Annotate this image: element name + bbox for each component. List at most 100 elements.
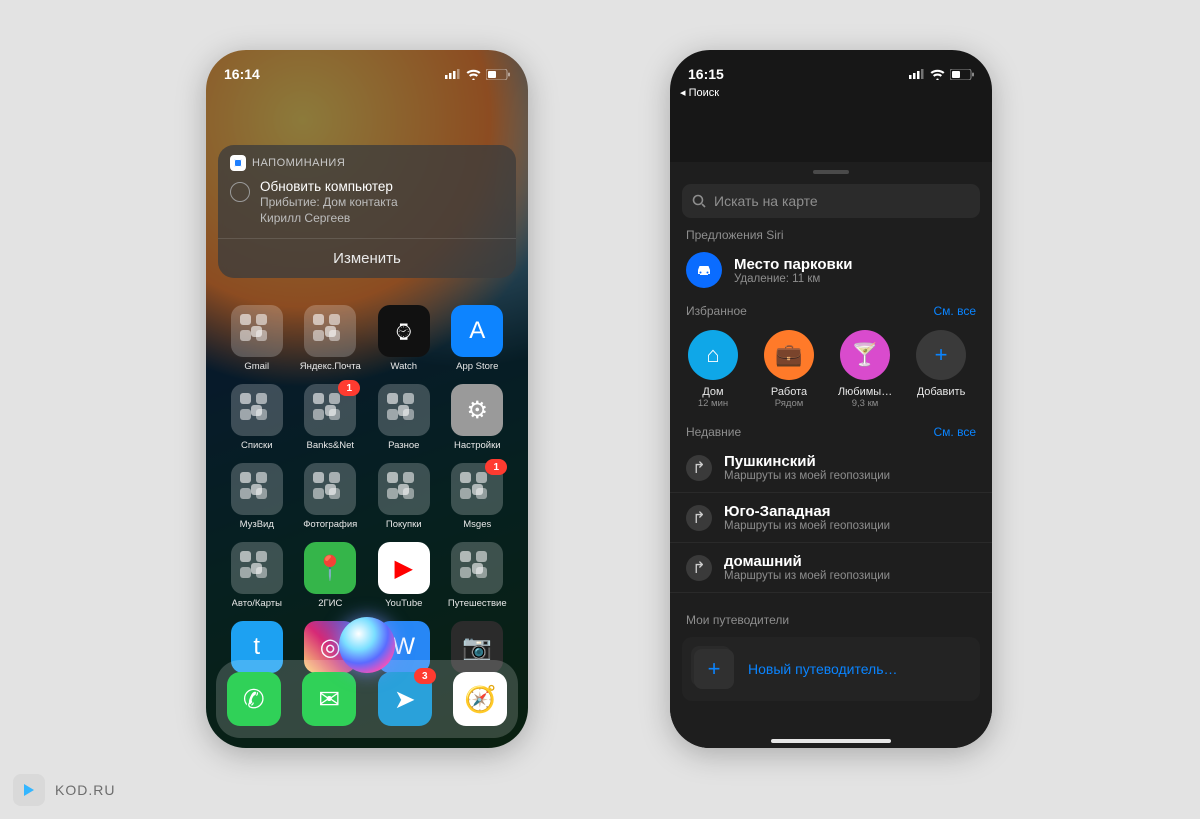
app-msges[interactable]: 1 Msges	[441, 463, 515, 530]
app-banks&net[interactable]: 1 Banks&Net	[294, 384, 368, 451]
recent-sub: Маршруты из моей геопозиции	[724, 520, 890, 532]
status-bar: 16:14	[206, 50, 528, 94]
favorite-Любимы…[interactable]: 🍸 Любимы…9,3 км	[838, 330, 892, 409]
app-app store[interactable]: AApp Store	[441, 305, 515, 372]
favorite-label: Дом	[702, 386, 723, 398]
app-icon: 1	[304, 384, 356, 436]
wifi-icon	[930, 69, 945, 80]
recent-title: Пушкинский	[724, 453, 890, 470]
app-label: Списки	[241, 440, 273, 451]
favorites-row: ⌂Дом12 мин 💼РаботаРядом 🍸 Любимы…9,3 км + Доб…	[670, 318, 992, 409]
app-icon	[378, 463, 430, 515]
edit-button[interactable]: Изменить	[218, 238, 516, 278]
recents-list: ↱ПушкинскийМаршруты из моей геопозиции↱Ю…	[670, 439, 992, 597]
app-покупки[interactable]: Покупки	[367, 463, 441, 530]
reminder-notification[interactable]: НАПОМИНАНИЯ Обновить компьютер Прибытие:…	[218, 145, 516, 278]
recent-item[interactable]: ↱домашнийМаршруты из моей геопозиции	[670, 543, 992, 593]
favorite-icon: +	[916, 330, 966, 380]
back-to-search-link[interactable]: ◂ Поиск	[680, 86, 719, 99]
app-icon: ▶	[378, 542, 430, 594]
app-icon: 1	[451, 463, 503, 515]
app-watch[interactable]: ⌚︎Watch	[367, 305, 441, 372]
app-авто/карты[interactable]: Авто/Карты	[220, 542, 294, 609]
recent-item[interactable]: ↱ПушкинскийМаршруты из моей геопозиции	[670, 443, 992, 493]
notification-app-name: НАПОМИНАНИЯ	[252, 157, 345, 169]
app-label: Разное	[388, 440, 419, 451]
app-icon: ⌚︎	[378, 305, 430, 357]
favorite-Работа[interactable]: 💼РаботаРядом	[762, 330, 816, 409]
favorite-icon: 🍸	[840, 330, 890, 380]
maps-sheet: Искать на карте Предложения Siri Место п…	[670, 162, 992, 748]
status-time: 16:15	[688, 66, 724, 82]
badge: 1	[338, 380, 360, 396]
sheet-grabber[interactable]	[813, 170, 849, 174]
app-icon: 📍	[304, 542, 356, 594]
app-музвид[interactable]: МузВид	[220, 463, 294, 530]
app-label: Msges	[463, 519, 491, 530]
dock-phone[interactable]: ✆	[227, 672, 281, 726]
app-путешествие[interactable]: Путешествие	[441, 542, 515, 609]
app-icon	[231, 542, 283, 594]
dock-messages[interactable]: ✉︎	[302, 672, 356, 726]
watermark: KOD.RU	[13, 774, 115, 806]
recent-title: домашний	[724, 553, 890, 570]
favorite-Дом[interactable]: ⌂Дом12 мин	[686, 330, 740, 409]
map-search-field[interactable]: Искать на карте	[682, 184, 980, 218]
app-label: Путешествие	[448, 598, 507, 609]
app-label: YouTube	[385, 598, 422, 609]
favorite-label: Любимы…	[838, 386, 892, 398]
app-2гис[interactable]: 📍2ГИС	[294, 542, 368, 609]
favorite-label: Добавить	[917, 386, 966, 398]
app-яндекс.почта[interactable]: Яндекс.Почта	[294, 305, 368, 372]
app-настройки[interactable]: ⚙︎Настройки	[441, 384, 515, 451]
reminder-checkbox[interactable]	[230, 182, 250, 202]
recents-see-all-link[interactable]: См. все	[934, 425, 977, 439]
home-indicator[interactable]	[771, 739, 891, 743]
signal-icon	[909, 69, 925, 79]
app-label: Покупки	[386, 519, 422, 530]
wifi-icon	[466, 69, 481, 80]
app-label: Фотография	[303, 519, 357, 530]
search-placeholder: Искать на карте	[714, 193, 818, 209]
app-icon	[378, 384, 430, 436]
favorite-detail: 12 мин	[698, 398, 728, 409]
favorite-Добавить[interactable]: + Добавить	[914, 330, 968, 409]
reminder-detail-2: Кирилл Сергеев	[260, 210, 398, 226]
car-icon	[686, 252, 722, 288]
plus-icon: +	[694, 649, 734, 689]
search-icon	[692, 194, 706, 208]
battery-icon	[950, 69, 974, 80]
dock-telegram[interactable]: ➤3	[378, 672, 432, 726]
siri-orb[interactable]	[339, 617, 395, 673]
watermark-text: KOD.RU	[55, 782, 115, 798]
favorites-see-all-link[interactable]: См. все	[934, 304, 977, 318]
parked-car-item[interactable]: Место парковки Удаление: 11 км	[670, 242, 992, 288]
battery-icon	[486, 69, 510, 80]
recent-item[interactable]: ↱Юго-ЗападнаяМаршруты из моей геопозиции	[670, 493, 992, 543]
badge: 3	[414, 668, 436, 684]
route-icon: ↱	[686, 555, 712, 581]
app-label: Настройки	[454, 440, 501, 451]
app-label: Banks&Net	[306, 440, 354, 451]
app-label: Gmail	[244, 361, 269, 372]
dock-safari[interactable]: 🧭	[453, 672, 507, 726]
recent-title: Юго-Западная	[724, 503, 890, 520]
parking-title: Место парковки	[734, 256, 852, 273]
status-time: 16:14	[224, 66, 260, 82]
app-списки[interactable]: Списки	[220, 384, 294, 451]
parking-distance: Удаление: 11 км	[734, 273, 852, 285]
new-guide-button[interactable]: + Новый путеводитель…	[682, 637, 980, 701]
app-icon	[304, 463, 356, 515]
signal-icon	[445, 69, 461, 79]
app-youtube[interactable]: ▶ YouTube	[367, 542, 441, 609]
app-фотография[interactable]: Фотография	[294, 463, 368, 530]
watermark-logo-icon	[13, 774, 45, 806]
app-grid: Gmail Яндекс.Почта⌚︎WatchAApp Store Списки…	[206, 305, 528, 633]
favorites-header: Избранное	[686, 304, 747, 318]
app-разное[interactable]: Разное	[367, 384, 441, 451]
favorite-label: Работа	[771, 386, 807, 398]
app-icon	[304, 305, 356, 357]
favorite-detail: 9,3 км	[852, 398, 879, 409]
app-gmail[interactable]: Gmail	[220, 305, 294, 372]
app-icon	[231, 463, 283, 515]
